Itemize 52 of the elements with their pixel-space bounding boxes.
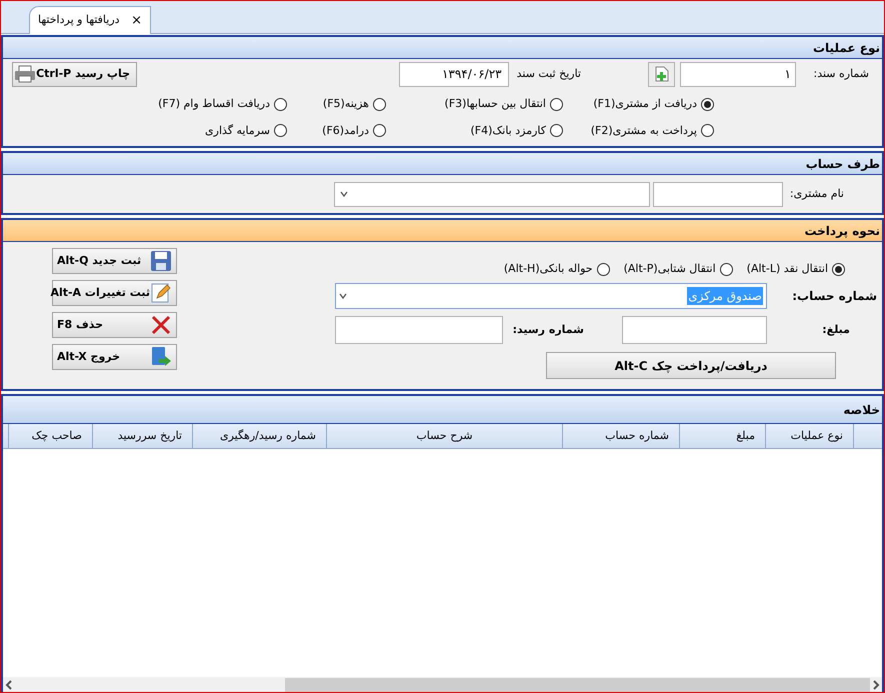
delete-button[interactable]: حذف F8 [52,312,177,338]
chevron-down-icon [340,191,348,197]
operation-radio[interactable]: دریافت اقساط وام (F7) [3,96,287,112]
field-label: شماره حساب: [791,288,878,305]
print-button[interactable]: چاپ رسید Ctrl-P [12,62,137,86]
field-label: شماره سند: [812,66,870,82]
column-header[interactable]: مبلغ [679,424,765,448]
column-header[interactable]: شماره رسید/رهگیری [192,424,326,448]
tab[interactable]: دریافتها و پرداختها × [29,6,151,34]
save-button[interactable]: ثبت جدید Alt-Q [52,248,177,274]
column-header[interactable]: شرح حساب [326,424,562,448]
payment-radio[interactable]: حواله بانکی(Alt-H) [504,260,610,278]
close-icon[interactable]: × [131,14,142,27]
operation-radio[interactable]: پرداخت به مشتری(F2) [563,122,714,139]
section-title: طرف حساب [806,156,881,172]
operation-radio[interactable]: درامد(F6) [287,122,386,139]
customer-dropdown[interactable] [334,182,650,206]
edit-button[interactable]: ثبت تغییرات Alt-A [52,280,177,306]
add-button[interactable] [648,62,675,86]
operation-radio[interactable]: سرمایه گذاری [3,122,287,139]
exit-button[interactable]: خروج Alt-X [52,344,177,370]
payment-radio[interactable]: انتقال نقد (Alt-L) [746,260,845,278]
field-label: نام مشتری: [788,186,845,202]
horizontal-scrollbar[interactable] [3,677,882,692]
section-title: نوع عملیات [812,40,881,56]
exit-icon [150,346,172,368]
customer-code-field[interactable] [653,182,783,206]
tab-label: دریافتها و پرداختها [38,12,120,28]
field-label: شماره رسید: [512,322,585,338]
amount-field[interactable] [622,316,767,344]
column-header[interactable]: نوع عملیات [765,424,853,448]
payment-radio[interactable]: انتقال شتابی(Alt-P) [624,260,733,278]
delete-icon [150,314,172,336]
add-document-icon [654,66,668,82]
check-button[interactable]: دریافت/پرداخت چک Alt-C [546,352,836,379]
section-title: نحوه پرداخت [804,222,881,240]
printer-icon [14,65,36,83]
section-title: خلاصه [843,402,881,418]
column-header[interactable]: صاحب چک [8,424,92,448]
doc-number-field[interactable]: ۱ [680,62,796,86]
field-label: مبلغ: [821,322,851,338]
operation-radio[interactable]: انتقال بین حسابها(F3) [386,96,563,112]
field-label: تاریخ ثبت سند [516,66,581,82]
receipt-field[interactable] [335,316,503,344]
operation-radio[interactable]: دریافت از مشتری(F1) [563,96,714,112]
column-header[interactable]: تاریخ سررسید [92,424,192,448]
pencil-icon [150,282,172,304]
date-field[interactable]: ۱۳۹۴/۰۶/۲۳ [398,62,509,86]
operation-radio[interactable]: کارمزد بانک(F4) [386,122,563,139]
column-header[interactable]: شماره حساب [562,424,679,448]
chevron-down-icon [339,293,347,299]
operation-radio[interactable]: هزینه(F5) [287,96,386,112]
